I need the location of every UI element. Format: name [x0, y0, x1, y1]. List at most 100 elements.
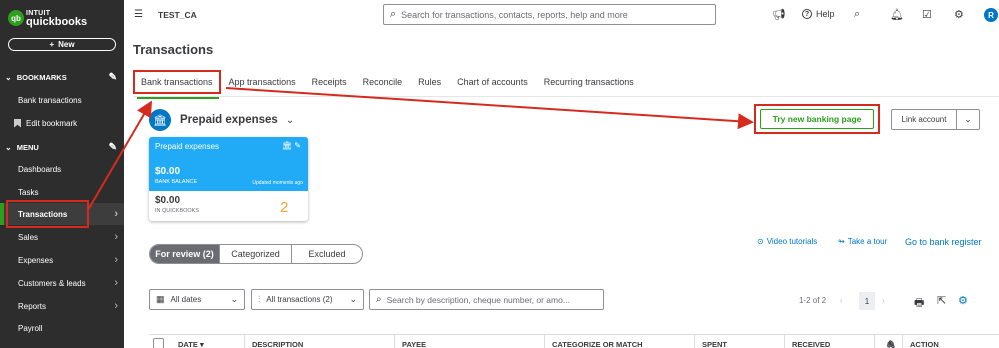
sidebar-item-label: Tasks	[18, 187, 39, 197]
sidebar-item-bank-transactions[interactable]: Bank transactions	[0, 89, 124, 111]
top-bar: ☰ TEST_CA ⌕ Search for transactions, con…	[124, 0, 999, 32]
calendar-icon: ▦	[156, 294, 165, 304]
clipboard-check-icon[interactable]: ☑	[922, 8, 932, 21]
sidebar-item-transactions[interactable]: Transactions ›	[0, 203, 124, 225]
link-account-dropdown[interactable]: ⌄	[956, 109, 980, 130]
select-all-checkbox[interactable]	[153, 338, 164, 348]
search-icon: ⌕	[390, 8, 397, 20]
settings-gear-icon[interactable]: ⚙	[958, 294, 968, 307]
paperclip-icon: 🖇︎	[886, 340, 896, 348]
account-selector[interactable]: 🏛︎ Prepaid expenses ⌄	[149, 109, 294, 131]
new-button-label: New	[58, 40, 75, 49]
print-icon[interactable]: 🖶	[914, 294, 924, 313]
global-search-input[interactable]: ⌕ Search for transactions, contacts, rep…	[383, 4, 716, 25]
bank-balance-label: BANK BALANCE	[155, 179, 198, 185]
column-spent[interactable]: SPENT	[702, 340, 727, 348]
menu-section[interactable]: ⌄ MENU ✎	[5, 142, 117, 153]
sidebar-item-payroll[interactable]: Payroll	[0, 317, 124, 339]
sidebar-item-reports[interactable]: Reports ›	[0, 295, 124, 317]
megaphone-icon[interactable]: 📢︎	[772, 8, 786, 21]
avatar[interactable]: R	[984, 8, 998, 22]
column-divider	[244, 335, 245, 348]
sidebar: qb INTUIT quickbooks + New ⌄ BOOKMARKS ✎…	[0, 0, 124, 348]
next-page-icon[interactable]: ›	[882, 296, 885, 305]
sidebar-item-customers-leads[interactable]: Customers & leads ›	[0, 272, 124, 294]
chevron-down-icon: ⌄	[230, 294, 238, 304]
bank-balance-value: $0.00	[155, 166, 181, 177]
tab-rules[interactable]: Rules	[410, 70, 449, 94]
bell-icon[interactable]: 🔔︎	[890, 8, 904, 21]
transactions-filter[interactable]: ⫶ All transactions (2) ⌄	[251, 289, 364, 310]
sidebar-item-label: Reports	[18, 301, 47, 311]
sidebar-item-expenses[interactable]: Expenses ›	[0, 249, 124, 271]
sliders-icon: ⫶	[258, 294, 261, 304]
column-action[interactable]: ACTION	[910, 340, 939, 348]
take-a-tour-link[interactable]: ↬ Take a tour	[838, 237, 887, 246]
go-to-bank-register-link[interactable]: Go to bank register	[905, 237, 982, 247]
pencil-icon[interactable]: ✎	[109, 72, 117, 83]
table-header: DATE ▾ DESCRIPTION PAYEE CATEGORIZE OR M…	[149, 334, 999, 348]
annotation-number: 2	[280, 199, 289, 216]
bookmark-icon	[14, 118, 21, 128]
qb-balance-label: IN QUICKBOOKS	[155, 208, 200, 214]
qb-balance-value: $0.00	[155, 195, 181, 206]
sidebar-item-label: Transactions	[18, 209, 68, 219]
column-categorize[interactable]: CATEGORIZE OR MATCH	[552, 340, 643, 348]
search-icon[interactable]: ⌕	[854, 8, 860, 21]
sidebar-item-sales[interactable]: Sales ›	[0, 226, 124, 248]
card-title: Prepaid expenses	[155, 142, 220, 151]
column-divider	[694, 335, 695, 348]
column-description[interactable]: DESCRIPTION	[252, 340, 303, 348]
gear-icon[interactable]: ⚙	[954, 8, 964, 21]
segment-for-review[interactable]: For review (2)	[150, 245, 220, 263]
segment-categorized[interactable]: Categorized	[220, 245, 292, 263]
transactions-search-input[interactable]: ⌕ Search by description, cheque number, …	[369, 289, 604, 310]
sidebar-item-tasks[interactable]: Tasks	[0, 181, 124, 203]
plus-icon: +	[49, 40, 55, 49]
chevron-right-icon: ›	[114, 254, 118, 266]
previous-page-icon[interactable]: ‹	[840, 296, 843, 305]
video-tutorials-label: Video tutorials	[766, 237, 818, 246]
segment-excluded[interactable]: Excluded	[292, 245, 362, 263]
collapse-menu-icon[interactable]: ☰	[134, 9, 143, 20]
help-button[interactable]: ? Help	[802, 9, 835, 19]
tab-recurring-transactions[interactable]: Recurring transactions	[536, 70, 642, 94]
sidebar-item-label: Dashboards	[18, 164, 62, 174]
sidebar-item-label: Bank transactions	[18, 95, 82, 105]
column-received[interactable]: RECEIVED	[792, 340, 830, 348]
play-circle-icon: ⊙	[757, 237, 764, 246]
quickbooks-logo[interactable]: qb INTUIT quickbooks	[8, 9, 87, 28]
tabs-bar: Bank transactions App transactions Recei…	[133, 70, 642, 99]
sidebar-item-dashboards[interactable]: Dashboards	[0, 158, 124, 180]
pencil-icon[interactable]: ✎	[109, 142, 117, 153]
sidebar-item-edit-bookmark[interactable]: Edit bookmark	[0, 112, 124, 134]
global-search-placeholder: Search for transactions, contacts, repor…	[401, 9, 628, 20]
column-payee[interactable]: PAYEE	[402, 340, 426, 348]
sidebar-item-label: Payroll	[18, 323, 43, 333]
transactions-search-placeholder: Search by description, cheque number, or…	[386, 294, 570, 305]
tab-receipts[interactable]: Receipts	[304, 70, 355, 94]
new-button[interactable]: + New	[8, 38, 116, 51]
bookmarks-section[interactable]: ⌄ BOOKMARKS ✎	[5, 72, 117, 83]
link-account-button[interactable]: Link account	[891, 109, 957, 130]
tab-chart-of-accounts[interactable]: Chart of accounts	[449, 70, 536, 94]
current-page[interactable]: 1	[859, 292, 875, 310]
tab-reconcile[interactable]: Reconcile	[355, 70, 411, 94]
export-icon[interactable]: ⇱	[937, 294, 946, 307]
chevron-down-icon: ⌄	[5, 143, 12, 152]
chevron-right-icon: ›	[114, 231, 118, 243]
tab-app-transactions[interactable]: App transactions	[221, 70, 304, 94]
try-new-banking-button[interactable]: Try new banking page	[760, 109, 874, 129]
help-icon: ?	[802, 9, 812, 19]
bank-pencil-icons[interactable]: 🏛︎ ✎	[282, 141, 301, 150]
date-filter[interactable]: ▦ All dates ⌄	[149, 289, 245, 310]
updated-text: Updated moments ago	[252, 180, 303, 186]
account-name: Prepaid expenses	[180, 114, 278, 126]
tab-bank-transactions[interactable]: Bank transactions	[133, 70, 221, 99]
column-date[interactable]: DATE ▾	[178, 340, 204, 348]
video-tutorials-link[interactable]: ⊙ Video tutorials	[757, 237, 817, 246]
review-segment-control: For review (2) Categorized Excluded	[149, 244, 363, 264]
chevron-right-icon: ›	[114, 277, 118, 289]
tour-icon: ↬	[838, 237, 845, 246]
company-name: TEST_CA	[158, 10, 197, 20]
